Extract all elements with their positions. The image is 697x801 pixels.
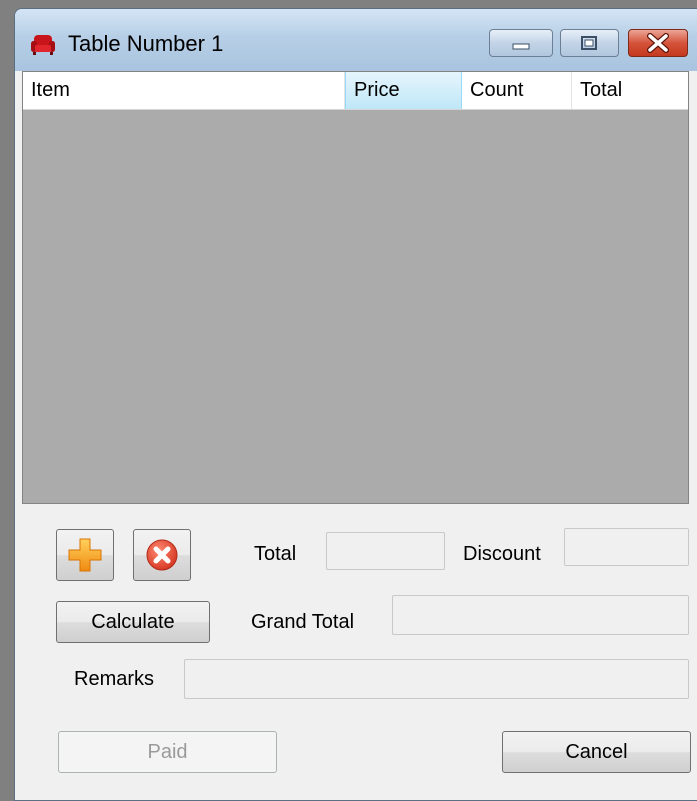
minimize-icon: [512, 43, 530, 50]
client-area: Item Price Count Total Total Discount Ca…: [22, 71, 691, 793]
column-header-price[interactable]: Price: [345, 72, 462, 109]
total-label: Total: [254, 543, 297, 565]
column-header-item[interactable]: Item: [23, 72, 345, 109]
maximize-icon: [581, 36, 597, 50]
grand-total-label: Grand Total: [251, 611, 355, 633]
red-armchair-icon: [31, 35, 55, 55]
window-title: Table Number 1: [68, 31, 224, 56]
close-icon: [647, 33, 669, 53]
list-header: Item Price Count Total: [23, 72, 688, 110]
plus-icon: [68, 538, 102, 572]
table-order-window: Table Number 1 Item Price Count Total To…: [14, 8, 697, 801]
close-button[interactable]: [628, 29, 688, 57]
column-header-total[interactable]: Total: [572, 72, 691, 109]
grand-total-field[interactable]: [392, 595, 689, 635]
title-bar[interactable]: Table Number 1: [15, 9, 697, 71]
total-field[interactable]: [326, 532, 445, 570]
minimize-button[interactable]: [489, 29, 553, 57]
discount-field[interactable]: [564, 528, 689, 566]
column-header-count[interactable]: Count: [462, 72, 572, 109]
cancel-button[interactable]: Cancel: [502, 731, 691, 773]
add-item-button[interactable]: [56, 529, 114, 581]
calculate-button[interactable]: Calculate: [56, 601, 210, 643]
paid-button[interactable]: Paid: [58, 731, 277, 773]
remove-item-button[interactable]: [133, 529, 191, 581]
maximize-button[interactable]: [560, 29, 619, 57]
discount-label: Discount: [463, 543, 541, 565]
order-items-list[interactable]: Item Price Count Total: [22, 71, 689, 504]
remarks-label: Remarks: [74, 668, 155, 690]
remove-circle-icon: [146, 539, 178, 571]
remarks-field[interactable]: [184, 659, 689, 699]
